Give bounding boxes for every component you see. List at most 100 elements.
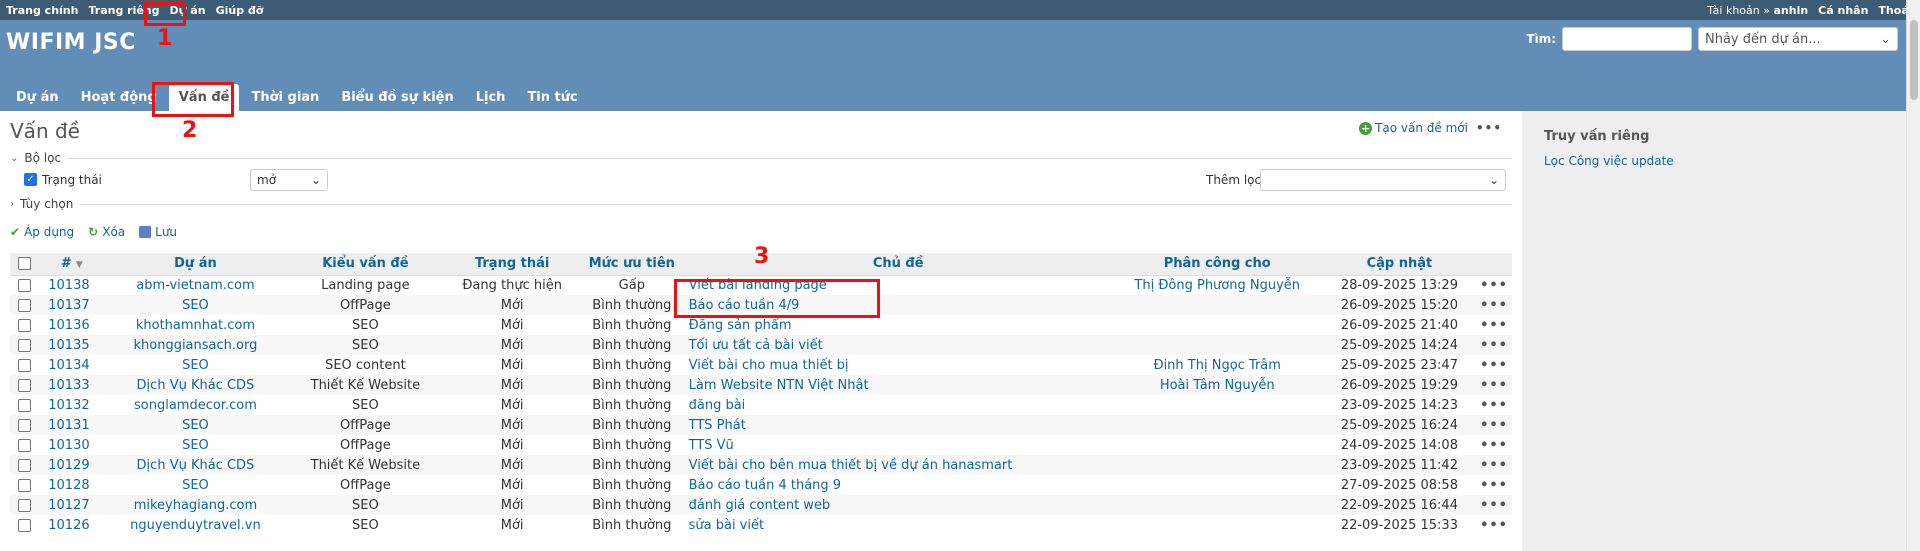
row-checkbox[interactable] <box>17 338 31 352</box>
table-row[interactable]: 10130 SEO OffPage Mới Bình thường TTS Vũ 24-09… <box>10 435 1512 455</box>
project-link[interactable]: SEO <box>182 298 209 313</box>
save-query-button[interactable]: Lưu <box>139 225 177 239</box>
status-filter-checkbox[interactable]: ✓ <box>24 173 37 186</box>
issue-id-link[interactable]: 10136 <box>48 318 89 333</box>
issue-id-link[interactable]: 10127 <box>48 498 89 513</box>
tab-news[interactable]: Tin tức <box>517 84 587 111</box>
clear-button[interactable]: ↻ Xóa <box>88 225 125 239</box>
subject-link[interactable]: TTS Vũ <box>689 438 734 453</box>
row-checkbox[interactable] <box>17 318 31 332</box>
scrollbar[interactable] <box>1906 0 1920 551</box>
project-link[interactable]: Dịch Vụ Khác CDS <box>137 458 255 473</box>
select-all-checkbox[interactable] <box>17 257 31 271</box>
project-link[interactable]: khonggiansach.org <box>133 338 257 353</box>
options-legend[interactable]: › Tùy chọn <box>10 197 1512 211</box>
project-link[interactable]: Dịch Vụ Khác CDS <box>137 378 255 393</box>
scrollbar-thumb[interactable] <box>1910 20 1918 100</box>
row-checkbox[interactable] <box>17 378 31 392</box>
project-link[interactable]: SEO <box>182 418 209 433</box>
row-more-icon[interactable]: ••• <box>1480 318 1508 333</box>
row-checkbox[interactable] <box>17 298 31 312</box>
col-assignee[interactable]: Phân công cho <box>1111 253 1323 276</box>
issue-id-link[interactable]: 10131 <box>48 418 89 433</box>
help-link[interactable]: Giúp đỡ <box>216 4 264 17</box>
col-subject[interactable]: Chủ đề <box>684 253 1112 276</box>
table-row[interactable]: 10132 songlamdecor.com SEO Mới Bình thường đă… <box>10 395 1512 415</box>
row-checkbox[interactable] <box>17 518 31 532</box>
more-actions-icon[interactable]: ••• <box>1476 121 1502 135</box>
col-priority[interactable]: Mức ưu tiên <box>579 253 685 276</box>
apply-button[interactable]: ✔ Áp dụng <box>10 225 74 239</box>
table-row[interactable]: 10134 SEO SEO content Mới Bình thường Viết bà… <box>10 355 1512 375</box>
project-link[interactable]: mikeyhagiang.com <box>134 498 257 513</box>
table-row[interactable]: 10135 khonggiansach.org SEO Mới Bình thường T… <box>10 335 1512 355</box>
subject-link[interactable]: Tối ưu tất cả bài viết <box>689 338 823 353</box>
tab-gantt[interactable]: Biểu đồ sự kiện <box>331 84 463 111</box>
filter-legend[interactable]: ⌄ Bộ lọc <box>10 151 1512 165</box>
issue-id-link[interactable]: 10138 <box>48 278 89 293</box>
issue-id-link[interactable]: 10129 <box>48 458 89 473</box>
subject-link[interactable]: sửa bài viết <box>689 518 764 533</box>
account-user-link[interactable]: anhln <box>1773 4 1808 17</box>
project-link[interactable]: abm-vietnam.com <box>136 278 254 293</box>
assignee-link[interactable]: Hoài Tâm Nguyễn <box>1160 378 1275 393</box>
row-checkbox[interactable] <box>17 278 31 292</box>
issue-id-link[interactable]: 10137 <box>48 298 89 313</box>
row-more-icon[interactable]: ••• <box>1480 478 1508 493</box>
project-link[interactable]: SEO <box>182 438 209 453</box>
search-input[interactable] <box>1562 27 1692 51</box>
subject-link[interactable]: Đăng sản phẩm <box>689 318 792 333</box>
subject-link[interactable]: đánh giá content web <box>689 498 831 513</box>
tab-calendar[interactable]: Lịch <box>466 84 516 111</box>
row-more-icon[interactable]: ••• <box>1480 418 1508 433</box>
row-checkbox[interactable] <box>17 418 31 432</box>
new-issue-link[interactable]: + Tạo vấn đề mới <box>1359 121 1468 135</box>
issue-id-link[interactable]: 10132 <box>48 398 89 413</box>
row-more-icon[interactable]: ••• <box>1480 438 1508 453</box>
row-checkbox[interactable] <box>17 398 31 412</box>
table-row[interactable]: 10133 Dịch Vụ Khác CDS Thiết Kế Website Mới… <box>10 375 1512 395</box>
row-more-icon[interactable]: ••• <box>1480 278 1508 293</box>
row-more-icon[interactable]: ••• <box>1480 338 1508 353</box>
table-row[interactable]: 10127 mikeyhagiang.com SEO Mới Bình thường đá… <box>10 495 1512 515</box>
row-checkbox[interactable] <box>17 438 31 452</box>
home-link[interactable]: Trang chính <box>6 4 78 17</box>
issue-id-link[interactable]: 10135 <box>48 338 89 353</box>
row-more-icon[interactable]: ••• <box>1480 378 1508 393</box>
subject-link[interactable]: TTS Phát <box>689 418 746 433</box>
status-operator-select[interactable]: mở ⌄ <box>250 169 328 191</box>
issue-id-link[interactable]: 10130 <box>48 438 89 453</box>
issue-id-link[interactable]: 10133 <box>48 378 89 393</box>
project-link[interactable]: songlamdecor.com <box>134 398 257 413</box>
issue-id-link[interactable]: 10128 <box>48 478 89 493</box>
saved-query-link[interactable]: Lọc Công việc update <box>1544 154 1674 168</box>
row-more-icon[interactable]: ••• <box>1480 398 1508 413</box>
table-row[interactable]: 10126 nguyenduytravel.vn SEO Mới Bình thường… <box>10 515 1512 535</box>
row-more-icon[interactable]: ••• <box>1480 358 1508 373</box>
table-row[interactable]: 10128 SEO OffPage Mới Bình thường Báo cáo tuầ… <box>10 475 1512 495</box>
col-id[interactable]: # ▼ <box>38 253 106 276</box>
personal-link[interactable]: Cá nhân <box>1818 4 1868 17</box>
col-updated[interactable]: Cập nhật <box>1322 253 1477 276</box>
subject-link[interactable]: Làm Website NTN Việt Nhật <box>689 378 869 393</box>
subject-link[interactable]: Báo cáo tuần 4 tháng 9 <box>689 478 841 493</box>
table-row[interactable]: 10131 SEO OffPage Mới Bình thường TTS Phát 25-… <box>10 415 1512 435</box>
table-row[interactable]: 10136 khothamnhat.com SEO Mới Bình thường Đăn… <box>10 315 1512 335</box>
col-status[interactable]: Trạng thái <box>445 253 580 276</box>
subject-link[interactable]: đăng bài <box>689 398 746 413</box>
subject-link[interactable]: Viết bài cho mua thiết bị <box>689 358 849 373</box>
row-checkbox[interactable] <box>17 498 31 512</box>
assignee-link[interactable]: Đinh Thị Ngọc Trâm <box>1154 358 1281 373</box>
row-more-icon[interactable]: ••• <box>1480 518 1508 533</box>
row-more-icon[interactable]: ••• <box>1480 498 1508 513</box>
col-project[interactable]: Dự án <box>105 253 286 276</box>
project-link[interactable]: khothamnhat.com <box>136 318 255 333</box>
row-checkbox[interactable] <box>17 458 31 472</box>
row-more-icon[interactable]: ••• <box>1480 458 1508 473</box>
col-tracker[interactable]: Kiểu vấn đề <box>285 253 446 276</box>
project-link[interactable]: SEO <box>182 478 209 493</box>
project-link[interactable]: nguyenduytravel.vn <box>130 518 261 533</box>
row-more-icon[interactable]: ••• <box>1480 298 1508 313</box>
issue-id-link[interactable]: 10134 <box>48 358 89 373</box>
add-filter-select[interactable]: ⌄ <box>1260 169 1506 191</box>
